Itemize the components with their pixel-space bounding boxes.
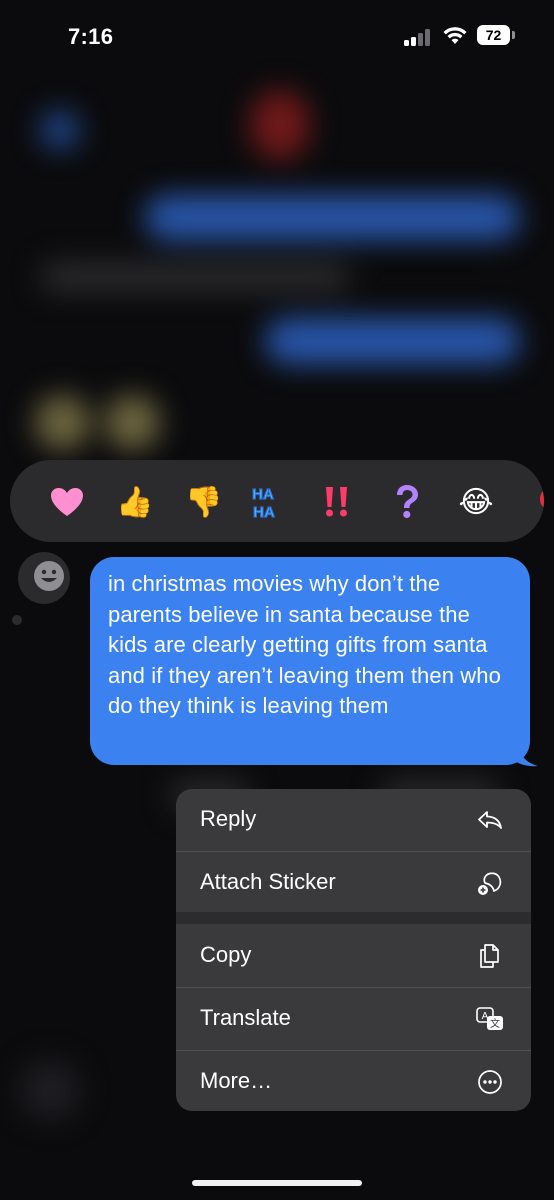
message-bubble-tail [512,745,538,767]
double-exclamation-icon [326,487,347,517]
message-context-menu: Reply Attach Sticker Copy Translate A 文 [176,789,531,1111]
selected-message-bubble[interactable]: in christmas movies why don’t the parent… [90,557,530,765]
svg-text:文: 文 [490,1017,500,1030]
cellular-signal-icon [404,28,434,46]
thumbs-up-icon: 👍 [116,485,154,519]
status-bar: 7:16 72 [0,0,554,70]
more-menu-item[interactable]: More… [176,1051,531,1111]
copy-label: Copy [200,942,252,967]
wifi-icon [443,27,467,44]
balloon-icon [540,490,544,508]
thumbs-up-reaction[interactable]: 👍 [115,482,155,522]
exclamation-reaction[interactable] [317,482,357,522]
ellipsis-circle-icon [478,1070,502,1094]
reply-menu-item[interactable]: Reply [176,789,531,851]
haha-icon: HA HA [252,485,276,521]
document-copy-icon [480,944,499,968]
attach-sticker-menu-item[interactable]: Attach Sticker [176,852,531,914]
sticker-add-icon [478,872,502,895]
translate-label: Translate [200,1005,291,1030]
message-text: in christmas movies why don’t the parent… [108,571,501,718]
battery-icon: 72 [477,25,515,45]
question-mark-icon [397,485,418,519]
copy-menu-item[interactable]: Copy [176,925,531,987]
heart-reaction[interactable] [47,482,87,522]
laughing-reaction[interactable]: 😂 [456,482,496,522]
thumbs-down-icon: 👎 [185,485,223,519]
translate-menu-item[interactable]: Translate A 文 [176,988,531,1050]
reply-label: Reply [200,806,257,831]
more-label: More… [200,1068,273,1093]
svg-text:HA: HA [252,486,274,503]
status-time: 7:16 [68,24,114,49]
haha-reaction[interactable]: HA HA [243,482,283,522]
heart-icon [51,488,83,516]
reply-arrow-icon [478,811,502,829]
menu-group-divider [176,912,531,924]
svg-text:HA: HA [253,504,275,521]
more-reactions-peek[interactable] [524,482,544,522]
translate-icon: A 文 [476,1007,503,1030]
smiley-sticker-icon [34,561,64,591]
reaction-bar-tail [12,615,22,625]
attach-sticker-label: Attach Sticker [200,869,336,894]
thumbs-down-reaction[interactable]: 👎 [184,482,224,522]
home-indicator[interactable] [192,1180,362,1186]
battery-level: 72 [477,25,510,45]
laughing-face-icon: 😂 [458,485,494,519]
tapback-reaction-bar: 👍 👎 HA HA 😂 [10,460,544,542]
question-reaction[interactable] [387,482,427,522]
